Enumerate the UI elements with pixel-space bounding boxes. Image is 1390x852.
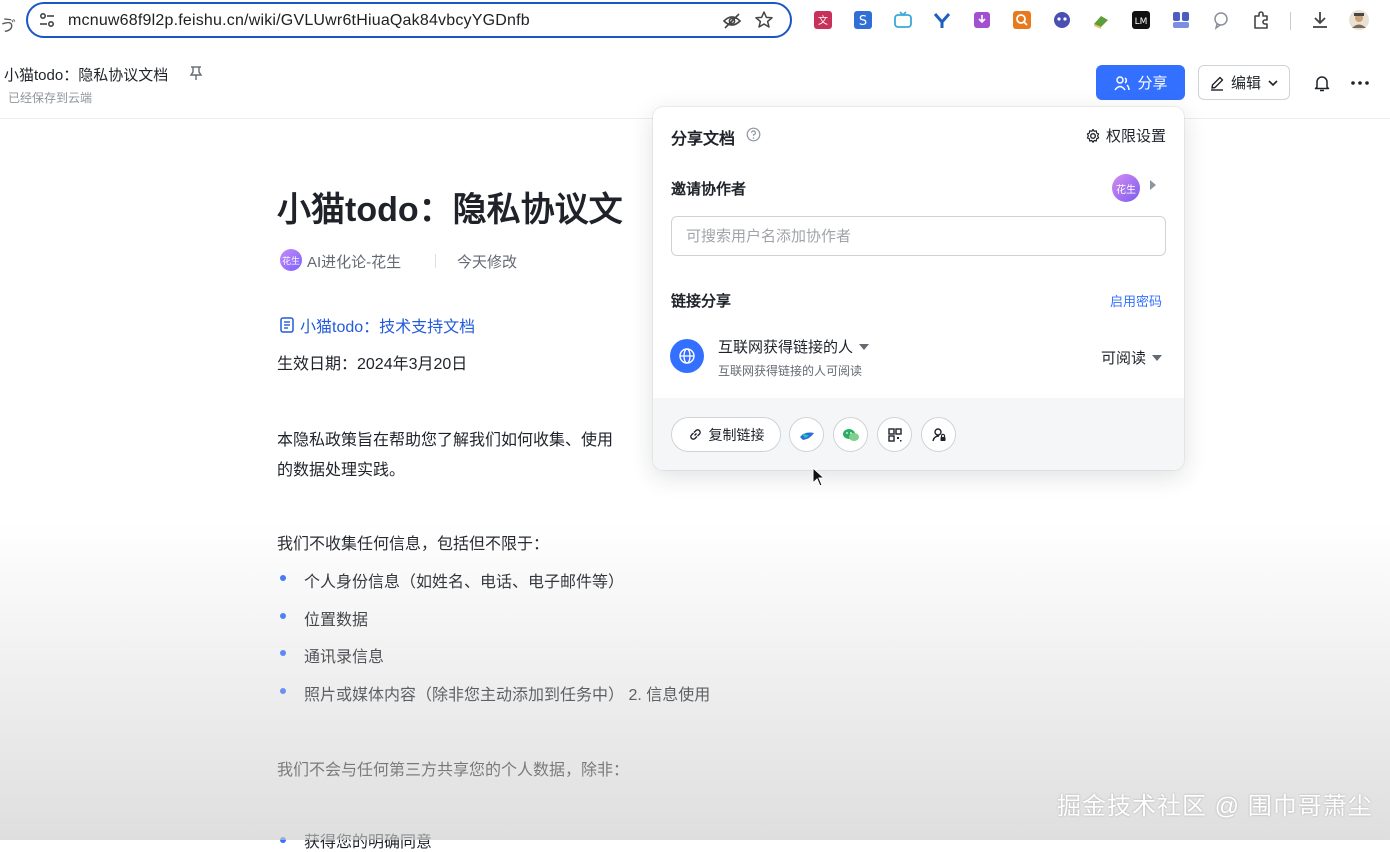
svg-text:文: 文 — [818, 14, 828, 27]
share-actions-footer: 复制链接 — [653, 398, 1184, 470]
bullet-dot — [280, 575, 286, 581]
browser-toolbar: ゔ mcnuw68f9l2p.feishu.cn/wiki/GVLUwr6tHi… — [0, 0, 1390, 47]
intro-paragraph-line-2[interactable]: 的数据处理实践。 — [277, 456, 405, 480]
feishu-bird-icon — [799, 432, 814, 440]
globe-icon — [670, 339, 704, 373]
share-popover: 分享文档 权限设置 邀请协作者 花生 链接分享 启用密码 互联网获得链接的人 互… — [653, 107, 1184, 470]
eye-slash-icon[interactable] — [722, 11, 742, 31]
effective-date[interactable]: 生效日期：2024年3月20日 — [277, 350, 467, 374]
bullet-dot — [280, 650, 286, 656]
caret-down-icon — [859, 343, 870, 350]
bullet-dot — [280, 837, 286, 843]
link-scope-dropdown[interactable]: 互联网获得链接的人 — [718, 336, 870, 357]
address-bar[interactable]: mcnuw68f9l2p.feishu.cn/wiki/GVLUwr6tHiua… — [26, 2, 792, 38]
qr-code-button[interactable] — [877, 417, 912, 452]
list-item[interactable]: 照片或媒体内容（除非您主动添加到任务中） 2. 信息使用 — [304, 681, 710, 705]
invite-collaborators-label: 邀请协作者 — [671, 181, 747, 198]
link-scope-description: 互联网获得链接的人可阅读 — [718, 364, 863, 378]
site-settings-icon[interactable] — [38, 11, 56, 29]
pencil-icon — [1210, 76, 1224, 91]
share-panel-title: 分享文档 — [671, 131, 736, 148]
bell-icon[interactable] — [1312, 73, 1332, 93]
collaborators-expand-arrow-icon[interactable] — [1150, 180, 1156, 190]
help-icon[interactable] — [746, 127, 761, 142]
tv-ext-icon[interactable] — [893, 10, 913, 30]
permission-settings-button[interactable]: 权限设置 — [1085, 125, 1166, 146]
chat-ext-icon[interactable] — [1211, 10, 1231, 30]
document-icon — [280, 317, 294, 333]
share-to-wechat-button[interactable] — [833, 417, 868, 452]
share-button[interactable]: 分享 — [1096, 65, 1185, 100]
link-share-label: 链接分享 — [671, 293, 732, 310]
author-avatar[interactable]: 花生 — [280, 249, 302, 271]
linked-doc-mention[interactable]: 小猫todo：技术支持文档 — [278, 313, 475, 337]
url-text[interactable]: mcnuw68f9l2p.feishu.cn/wiki/GVLUwr6tHiua… — [68, 12, 530, 30]
bookmark-star-icon[interactable] — [754, 10, 774, 30]
access-level-dropdown[interactable]: 可阅读 — [1101, 347, 1162, 368]
copy-link-label: 复制链接 — [708, 426, 765, 443]
wechat-icon — [842, 428, 859, 441]
watermark-text: 掘金技术社区 @ 围巾哥萧尘 — [1057, 793, 1373, 820]
list-item[interactable]: 个人身份信息（如姓名、电话、电子邮件等） — [304, 568, 624, 592]
download-icon[interactable] — [1309, 9, 1331, 31]
more-icon[interactable] — [1349, 73, 1371, 93]
permission-settings-label: 权限设置 — [1105, 128, 1166, 145]
tab-edge-glyph: ゔ — [0, 18, 17, 35]
collect-intro[interactable]: 我们不收集任何信息，包括但不限于： — [277, 530, 549, 554]
toolbar-divider — [1290, 12, 1291, 30]
svg-text:LM: LM — [1135, 17, 1148, 27]
modified-time: 今天修改 — [457, 254, 518, 271]
share-button-label: 分享 — [1137, 75, 1168, 92]
list-item[interactable]: 通讯录信息 — [304, 643, 384, 667]
bullet-dot — [280, 613, 286, 619]
y-ext-icon[interactable] — [932, 10, 952, 30]
intro-paragraph-line-1[interactable]: 本隐私政策旨在帮助您了解我们如何收集、使用 — [277, 426, 613, 450]
edit-button[interactable]: 编辑 — [1198, 65, 1290, 100]
doc-title-breadcrumb[interactable]: 小猫todo：隐私协议文档 — [4, 64, 168, 85]
download-purple-ext-icon[interactable] — [972, 10, 992, 30]
collaborator-search-input[interactable] — [671, 216, 1166, 256]
gear-icon — [1086, 128, 1100, 143]
access-level-label: 可阅读 — [1100, 350, 1146, 367]
share-to-feishu-button[interactable] — [789, 417, 824, 452]
grid-ext-icon[interactable] — [1171, 10, 1191, 30]
caret-down-icon — [1152, 354, 1162, 361]
share-intro[interactable]: 我们不会与任何第三方共享您的个人数据，除非： — [277, 756, 629, 780]
lm-ext-icon[interactable]: LM — [1131, 10, 1151, 30]
users-icon — [1114, 75, 1131, 90]
search-orange-ext-icon[interactable] — [1012, 10, 1032, 30]
link-scope-label: 互联网获得链接的人 — [718, 339, 854, 356]
book-ext-icon[interactable] — [1091, 10, 1111, 30]
chevron-down-icon — [1268, 79, 1278, 86]
meta-divider — [435, 254, 436, 268]
user-lock-icon — [931, 427, 945, 441]
profile-avatar-icon[interactable] — [1348, 9, 1370, 31]
bullet-dot — [280, 688, 286, 694]
pin-icon[interactable] — [188, 65, 204, 81]
mouse-cursor-icon — [812, 467, 826, 487]
collaborator-avatar[interactable]: 花生 — [1112, 174, 1140, 202]
copy-link-button[interactable]: 复制链接 — [671, 417, 781, 452]
edit-button-label: 编辑 — [1230, 75, 1261, 92]
list-item[interactable]: 获得您的明确同意 — [304, 828, 432, 852]
link-icon — [689, 429, 701, 440]
saved-status: 已经保存到云端 — [8, 91, 93, 105]
svg-text:S: S — [859, 14, 867, 29]
s-ext-icon[interactable]: S — [853, 10, 873, 30]
author-name[interactable]: AI进化论-花生 — [307, 251, 401, 272]
list-item[interactable]: 位置数据 — [304, 606, 368, 630]
document-title[interactable]: 小猫todo：隐私协议文 — [277, 182, 623, 231]
face-ext-icon[interactable] — [1052, 10, 1072, 30]
translate-ext-icon[interactable]: 文 — [813, 10, 833, 30]
enable-password-link[interactable]: 启用密码 — [1110, 291, 1162, 310]
share-permission-button[interactable] — [921, 417, 956, 452]
extensions-puzzle-icon[interactable] — [1250, 9, 1272, 31]
linked-doc-title: 小猫todo：技术支持文档 — [300, 319, 476, 336]
qr-code-icon — [887, 427, 902, 442]
